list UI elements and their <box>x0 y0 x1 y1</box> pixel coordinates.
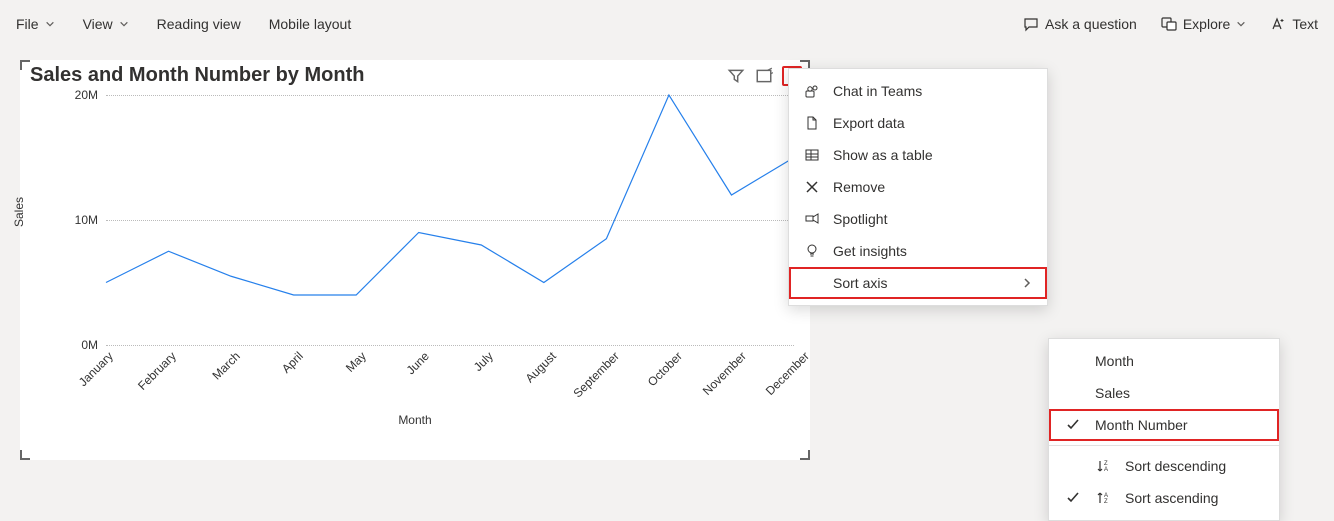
table-icon <box>803 147 821 163</box>
y-axis-label: Sales <box>12 197 26 227</box>
filter-icon-button[interactable] <box>726 66 746 86</box>
visual-frame[interactable]: Sales and Month Number by Month Sales 0M… <box>20 60 810 460</box>
x-tick-label: February <box>135 349 179 393</box>
x-tick-label: August <box>522 349 558 385</box>
svg-text:Z: Z <box>1104 499 1108 505</box>
x-tick-label: September <box>571 349 622 400</box>
focus-mode-button[interactable] <box>754 66 774 86</box>
menu-get-insights[interactable]: Get insights <box>789 235 1047 267</box>
menu-divider <box>1049 445 1279 446</box>
export-icon <box>803 115 821 131</box>
reading-view-label: Reading view <box>157 16 241 32</box>
menu-export-data[interactable]: Export data <box>789 107 1047 139</box>
teams-icon <box>803 83 821 99</box>
x-tick-label: July <box>471 349 496 374</box>
visual-context-menu: Chat in Teams Export data Show as a tabl… <box>788 68 1048 306</box>
ask-question-button[interactable]: Ask a question <box>1023 16 1137 32</box>
report-canvas: Sales and Month Number by Month Sales 0M… <box>0 48 1334 460</box>
plot <box>106 95 794 345</box>
mobile-layout-button[interactable]: Mobile layout <box>269 16 352 32</box>
chevron-down-icon <box>119 19 129 29</box>
visual-title: Sales and Month Number by Month <box>20 60 810 91</box>
x-axis-label: Month <box>20 413 810 427</box>
menu-label: Month <box>1095 353 1134 369</box>
sort-desc-icon: ZA <box>1095 458 1113 474</box>
x-tick-label: April <box>279 349 306 376</box>
ask-label: Ask a question <box>1045 16 1137 32</box>
menu-sort-axis[interactable]: Sort axis <box>789 267 1047 299</box>
selection-handle-tl[interactable] <box>20 60 30 70</box>
explore-menu[interactable]: Explore <box>1161 16 1246 32</box>
x-tick-label: May <box>343 349 369 375</box>
text-button[interactable]: Text <box>1270 16 1318 32</box>
file-menu[interactable]: File <box>16 16 55 32</box>
x-tick-label: October <box>645 349 685 389</box>
toolbar-right: Ask a question Explore Text <box>1023 16 1318 32</box>
explore-label: Explore <box>1183 16 1230 32</box>
menu-label: Sales <box>1095 385 1130 401</box>
y-tick-label: 10M <box>75 213 98 227</box>
sort-by-month[interactable]: Month <box>1049 345 1279 377</box>
text-icon <box>1270 16 1286 32</box>
gridline <box>106 345 794 346</box>
x-tick-label: March <box>209 349 242 382</box>
y-tick-label: 0M <box>81 338 98 352</box>
toolbar: File View Reading view Mobile layout Ask… <box>0 0 1334 48</box>
sort-by-sales[interactable]: Sales <box>1049 377 1279 409</box>
x-tick-label: June <box>404 349 432 377</box>
sort-axis-submenu: Month Sales Month Number ZA Sort descend… <box>1048 338 1280 521</box>
lightbulb-icon <box>803 243 821 259</box>
mobile-layout-label: Mobile layout <box>269 16 352 32</box>
toolbar-left: File View Reading view Mobile layout <box>16 16 351 32</box>
y-tick-label: 20M <box>75 88 98 102</box>
menu-label: Show as a table <box>833 147 933 163</box>
line-series <box>106 95 794 295</box>
filter-icon <box>727 67 745 85</box>
focus-icon <box>755 67 773 85</box>
sort-descending[interactable]: ZA Sort descending <box>1049 450 1279 482</box>
check-icon <box>1063 418 1083 432</box>
menu-label: Get insights <box>833 243 907 259</box>
x-tick-label: December <box>763 349 812 398</box>
menu-chat-teams[interactable]: Chat in Teams <box>789 75 1047 107</box>
sort-by-month-number[interactable]: Month Number <box>1049 409 1279 441</box>
x-tick-label: November <box>700 349 749 398</box>
svg-text:A: A <box>1104 467 1108 473</box>
menu-spotlight[interactable]: Spotlight <box>789 203 1047 235</box>
y-axis-ticks: 0M10M20M <box>66 95 102 345</box>
file-label: File <box>16 16 39 32</box>
menu-label: Remove <box>833 179 885 195</box>
menu-label: Month Number <box>1095 417 1188 433</box>
view-label: View <box>83 16 113 32</box>
spotlight-icon <box>803 211 821 227</box>
menu-label: Sort ascending <box>1125 490 1218 506</box>
chart-area: Sales 0M10M20M <box>50 95 802 345</box>
menu-label: Chat in Teams <box>833 83 922 99</box>
sort-ascending[interactable]: AZ Sort ascending <box>1049 482 1279 514</box>
menu-label: Export data <box>833 115 905 131</box>
view-menu[interactable]: View <box>83 16 129 32</box>
text-label: Text <box>1292 16 1318 32</box>
chevron-down-icon <box>1236 19 1246 29</box>
reading-view-button[interactable]: Reading view <box>157 16 241 32</box>
selection-handle-br[interactable] <box>800 450 810 460</box>
menu-label: Sort axis <box>833 275 887 291</box>
chevron-right-icon <box>1021 277 1033 289</box>
menu-label: Sort descending <box>1125 458 1226 474</box>
menu-label: Spotlight <box>833 211 887 227</box>
chat-icon <box>1023 16 1039 32</box>
selection-handle-bl[interactable] <box>20 450 30 460</box>
x-tick-label: January <box>76 349 116 389</box>
x-axis-ticks: JanuaryFebruaryMarchAprilMayJuneJulyAugu… <box>106 349 802 409</box>
menu-show-table[interactable]: Show as a table <box>789 139 1047 171</box>
sort-asc-icon: AZ <box>1095 490 1113 506</box>
menu-remove[interactable]: Remove <box>789 171 1047 203</box>
close-icon <box>803 179 821 195</box>
explore-icon <box>1161 16 1177 32</box>
check-icon <box>1063 491 1083 505</box>
chevron-down-icon <box>45 19 55 29</box>
